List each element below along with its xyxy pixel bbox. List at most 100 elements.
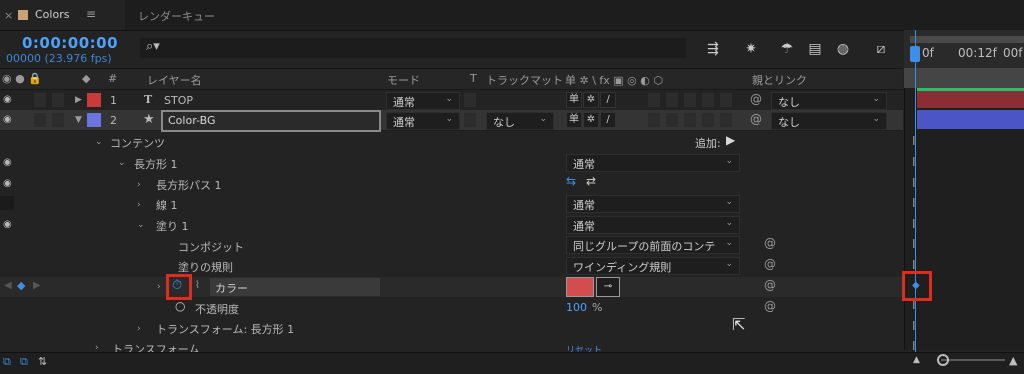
av-features-icons[interactable]: ◉ ● 🔒: [2, 72, 42, 85]
stroke-group[interactable]: 線 1: [156, 197, 178, 213]
expand-chevron-icon[interactable]: ›: [157, 282, 161, 292]
stopwatch-off-icon[interactable]: ○: [175, 299, 185, 313]
pickwhip-icon[interactable]: @: [764, 257, 776, 271]
rectangle-path[interactable]: 長方形パス 1: [156, 177, 222, 193]
effect-switch[interactable]: [648, 113, 660, 127]
3d-layer-switch[interactable]: [720, 93, 732, 107]
motion-blur-switch[interactable]: [684, 113, 696, 127]
path-direction-icon[interactable]: ⇆: [566, 174, 576, 188]
transform-rect-group[interactable]: トランスフォーム: 長方形 1: [156, 321, 294, 337]
layer-switches-toggle-icon[interactable]: ⧉: [3, 355, 11, 369]
contents-group[interactable]: コンテンツ: [110, 135, 165, 151]
blend-mode-dropdown[interactable]: 通常 ⌄: [386, 112, 460, 130]
fill-group[interactable]: 塗り 1: [156, 218, 189, 234]
label-column-icon[interactable]: ◆: [82, 72, 90, 85]
layer-name[interactable]: STOP: [164, 94, 193, 107]
playhead-icon[interactable]: [910, 46, 920, 62]
composite-dropdown[interactable]: 同じグループの前面のコンテ ⌄: [566, 236, 740, 254]
rect-blend-dropdown[interactable]: 通常 ⌄: [566, 154, 740, 172]
stopwatch-icon[interactable]: ⏱: [172, 278, 182, 293]
next-keyframe-icon[interactable]: ▶: [33, 280, 41, 291]
parent-link-header[interactable]: 親とリンク: [752, 72, 807, 88]
pickwhip-icon[interactable]: @: [750, 112, 762, 126]
eye-icon[interactable]: ◉: [3, 157, 12, 168]
rectangle-group[interactable]: 長方形 1: [134, 156, 178, 172]
collapse-chevron-icon[interactable]: ⌄: [118, 158, 126, 168]
color-swatch[interactable]: [566, 277, 594, 297]
work-area-bar[interactable]: [910, 36, 1024, 43]
current-time-indicator[interactable]: [915, 30, 916, 360]
preserve-transparency-toggle[interactable]: [464, 93, 476, 107]
collapse-chevron-icon[interactable]: ▼: [75, 115, 82, 125]
pickwhip-icon[interactable]: @: [764, 299, 776, 313]
collapse-switch-icon[interactable]: ✲: [583, 92, 599, 108]
trackmatte-dropdown[interactable]: なし ⌄: [486, 112, 554, 130]
zoom-out-icon[interactable]: ▲: [913, 355, 920, 365]
layer-name-header[interactable]: レイヤー名: [147, 72, 202, 88]
lock-toggle[interactable]: [52, 93, 64, 107]
pickwhip-icon[interactable]: @: [764, 236, 776, 250]
fill-rule-dropdown[interactable]: ワインディング規則 ⌄: [566, 257, 740, 275]
adjustment-switch[interactable]: [702, 93, 714, 107]
shy-switch-icon[interactable]: 单: [566, 112, 582, 128]
collapse-chevron-icon[interactable]: ⌄: [95, 137, 103, 147]
layer-bar-1[interactable]: [917, 88, 1024, 108]
eyedropper-icon[interactable]: ⊸: [596, 277, 620, 297]
tab-render-queue[interactable]: レンダーキュー: [138, 8, 215, 24]
eye-icon[interactable]: ◉: [3, 178, 12, 189]
3d-layer-switch[interactable]: [720, 113, 732, 127]
layer-bar-2[interactable]: [917, 110, 1024, 129]
expand-chevron-icon[interactable]: ▶: [75, 95, 82, 105]
shy-switch-icon[interactable]: 单: [566, 92, 582, 108]
current-time-display[interactable]: 0:00:00:00: [22, 34, 118, 52]
comp-flowchart-icon[interactable]: ⇶: [702, 38, 724, 60]
lock-toggle[interactable]: [52, 113, 64, 127]
expand-chevron-icon[interactable]: ›: [137, 324, 141, 334]
frame-blending-icon[interactable]: ▤: [804, 38, 826, 60]
in-out-toggle-icon[interactable]: ⇅: [38, 355, 47, 368]
graph-editor-icon[interactable]: ⧄: [870, 38, 892, 60]
path-direction-reverse-icon[interactable]: ⇄: [586, 174, 596, 188]
zoom-in-icon[interactable]: ▲: [1009, 354, 1017, 367]
add-menu-icon[interactable]: ▶: [726, 133, 735, 147]
shy-layers-icon[interactable]: ☂: [776, 38, 798, 60]
opacity-value[interactable]: 100: [566, 301, 587, 314]
solo-toggle[interactable]: [34, 113, 46, 127]
layer-label-color[interactable]: [87, 113, 101, 127]
frame-blend-switch[interactable]: [666, 113, 678, 127]
collapse-switch-icon[interactable]: ✲: [583, 112, 599, 128]
collapse-chevron-icon[interactable]: ⌄: [137, 220, 145, 230]
motion-blur-icon[interactable]: ◍: [832, 38, 854, 60]
graph-icon[interactable]: ⌇: [195, 280, 200, 291]
draft-3d-icon[interactable]: ✷: [740, 38, 762, 60]
quality-switch-icon[interactable]: /: [600, 112, 616, 128]
color-property[interactable]: カラー: [215, 280, 248, 296]
fill-rule-property[interactable]: 塗りの規則: [178, 259, 233, 275]
visibility-off-slot[interactable]: [0, 196, 14, 210]
zoom-slider-track[interactable]: [941, 359, 1005, 361]
eye-icon[interactable]: ◉: [3, 219, 12, 230]
layer-name[interactable]: Color-BG: [168, 114, 215, 127]
tab-label-colors[interactable]: Colors: [35, 8, 69, 21]
panel-menu-icon[interactable]: ≡: [86, 7, 96, 21]
close-icon[interactable]: ×: [4, 9, 13, 22]
effect-switch[interactable]: [648, 93, 660, 107]
eye-icon[interactable]: ◉: [3, 94, 12, 105]
expand-chevron-icon[interactable]: ›: [137, 180, 141, 190]
preserve-transparency-toggle[interactable]: [464, 113, 476, 127]
mode-header[interactable]: モード: [387, 72, 420, 88]
keyframe-diamond-icon[interactable]: ◆: [912, 280, 920, 291]
transfer-controls-toggle-icon[interactable]: ⧉: [20, 355, 28, 369]
quality-switch-icon[interactable]: /: [600, 92, 616, 108]
adjustment-switch[interactable]: [702, 113, 714, 127]
stroke-blend-dropdown[interactable]: 通常 ⌄: [566, 195, 740, 213]
search-input[interactable]: [140, 38, 686, 58]
composite-property[interactable]: コンポジット: [178, 239, 244, 255]
blend-mode-dropdown[interactable]: 通常 ⌄: [386, 92, 460, 110]
motion-blur-switch[interactable]: [684, 93, 696, 107]
zoom-slider-knob[interactable]: [937, 354, 949, 366]
prev-keyframe-icon[interactable]: ◀: [4, 280, 12, 291]
expand-chevron-icon[interactable]: ›: [137, 200, 141, 210]
layer-label-color[interactable]: [87, 93, 101, 107]
frame-blend-switch[interactable]: [666, 93, 678, 107]
